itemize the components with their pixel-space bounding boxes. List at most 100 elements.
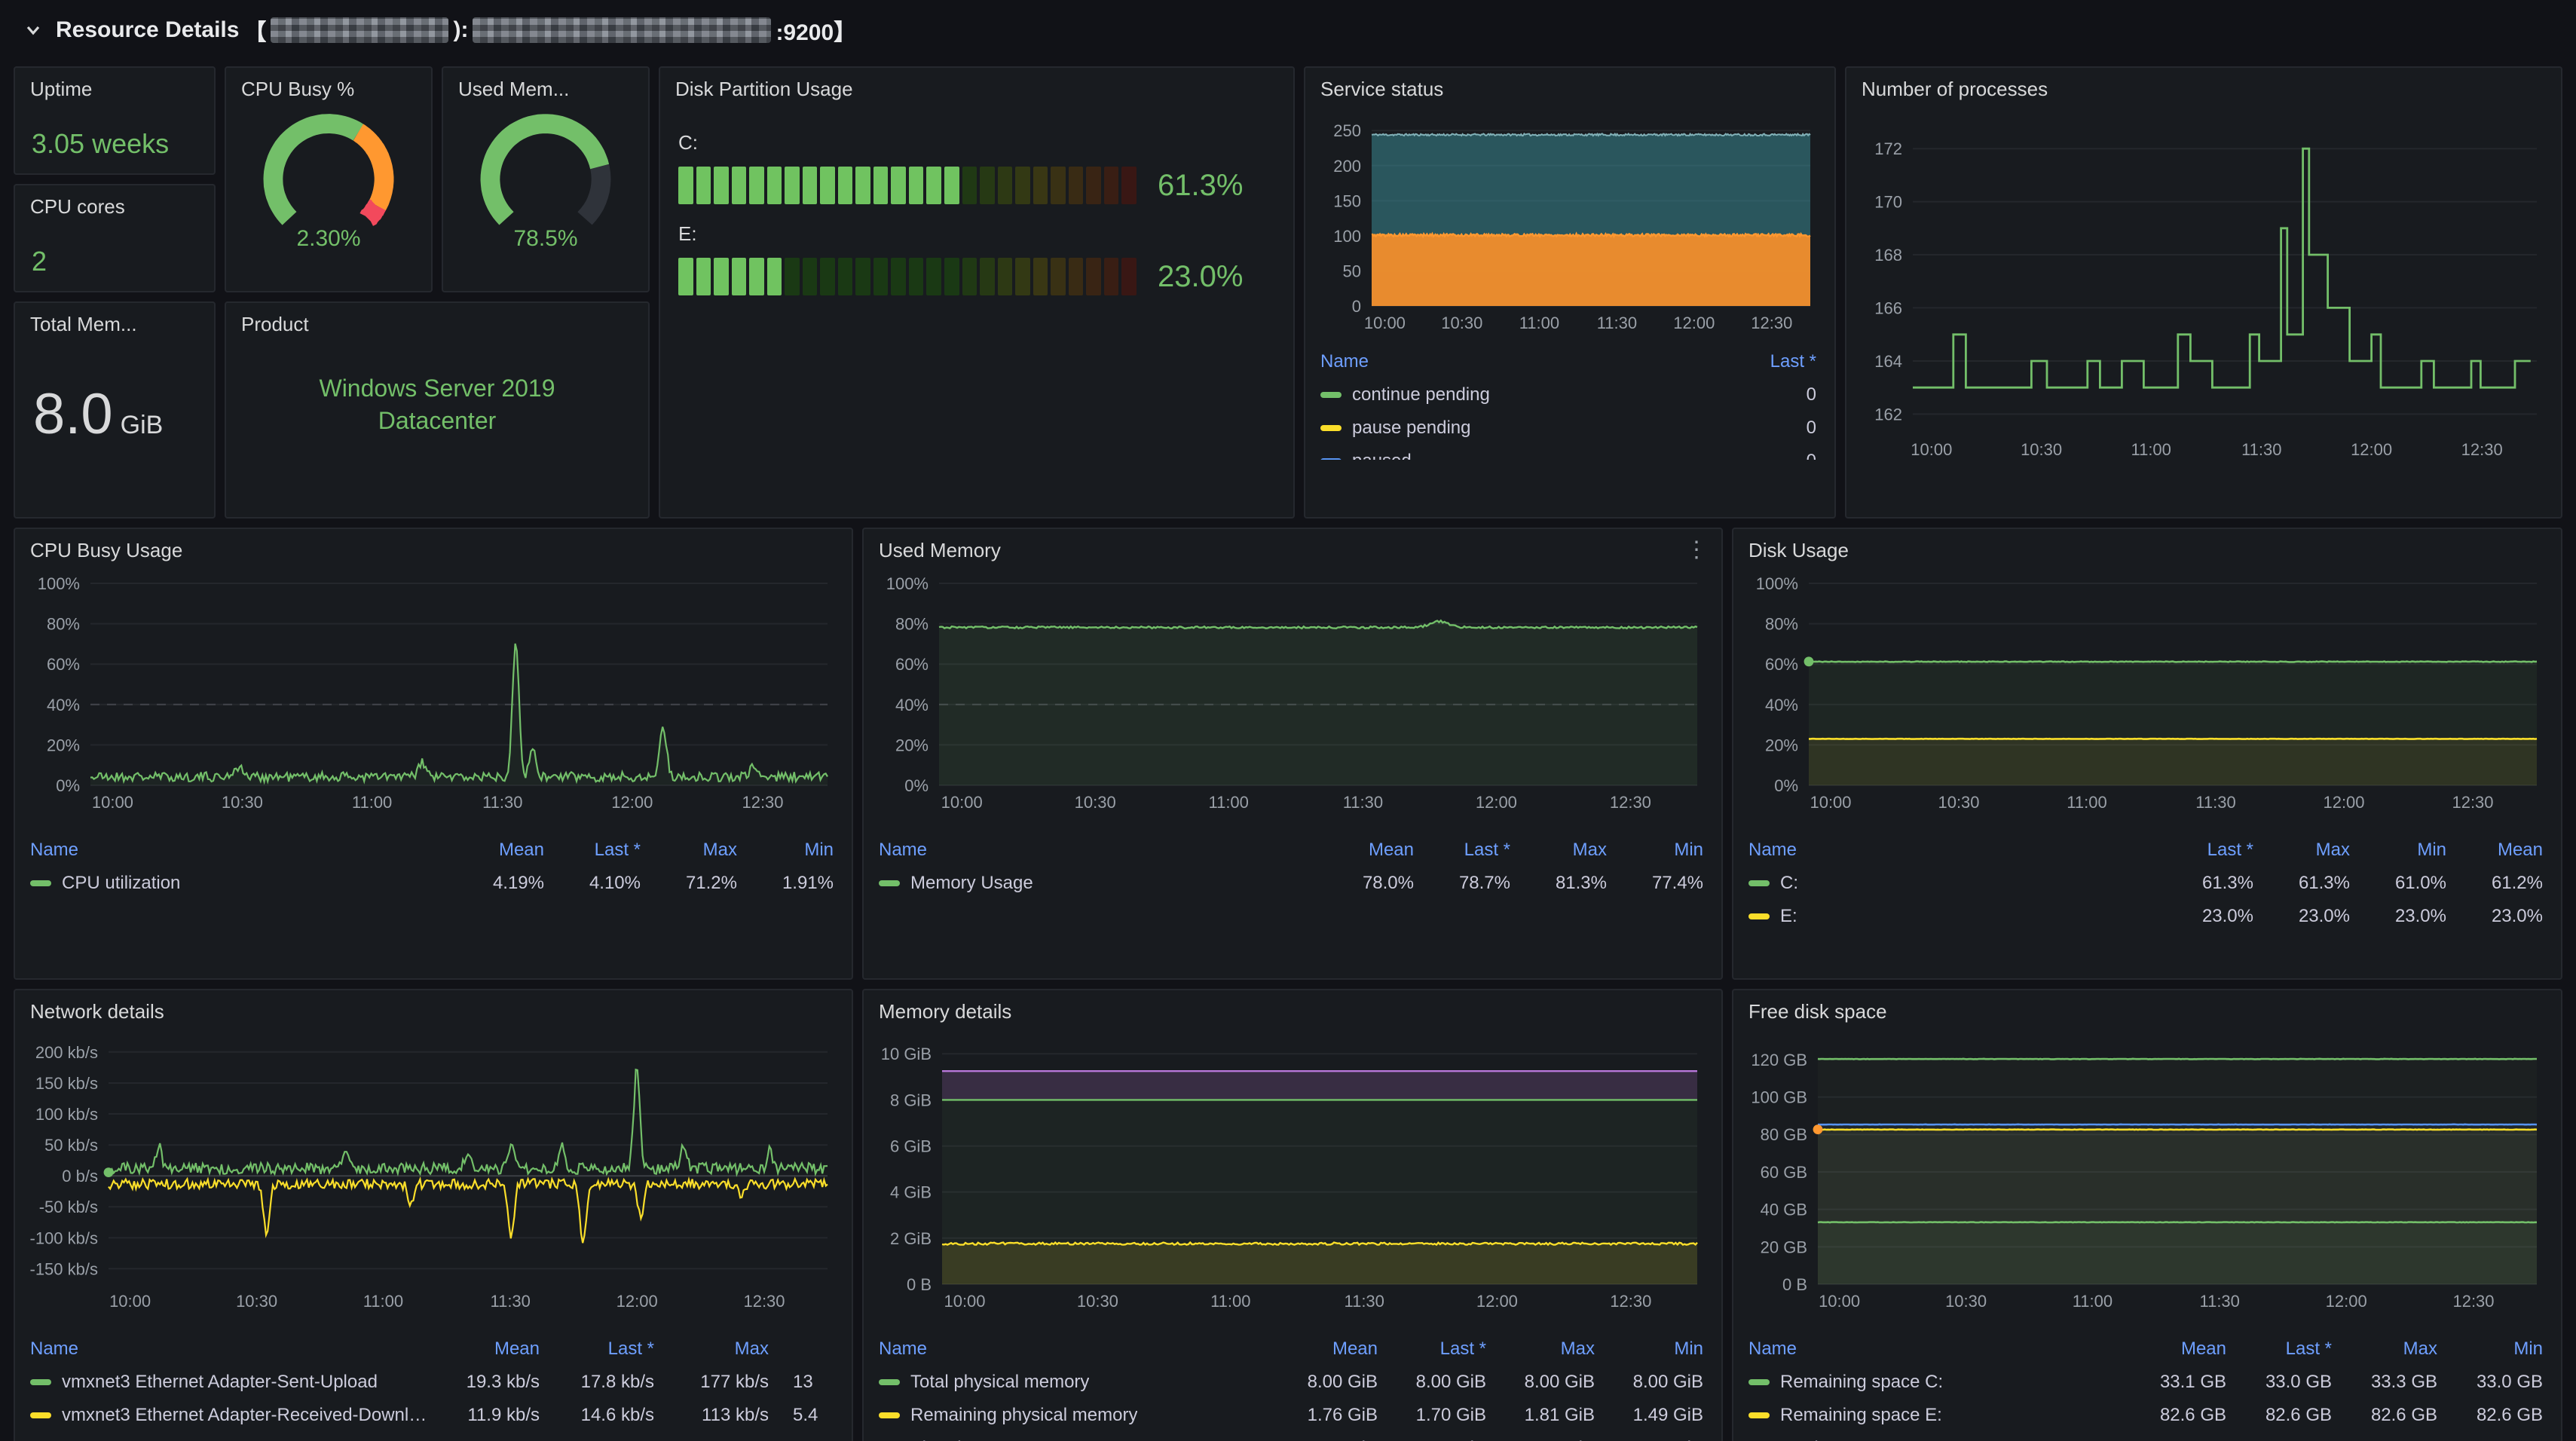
panel-network-details: Network details 200 kb/s150 kb/s100 kb/s…	[14, 989, 853, 1441]
used-memory-chart[interactable]: 0%20%40%60%80%100%10:0010:3011:0011:3012…	[879, 571, 1706, 812]
legend-header-last-[interactable]: Last *	[1735, 351, 1819, 372]
memory-details-chart[interactable]: 0 B2 GiB4 GiB6 GiB8 GiB10 GiB10:0010:301…	[879, 1033, 1706, 1311]
chart-canvas[interactable]: 0 B20 GB40 GB60 GB80 GB100 GB120 GB10:00…	[1748, 1033, 2546, 1311]
series-label[interactable]: C:	[1780, 873, 1798, 894]
chevron-down-icon[interactable]	[24, 21, 42, 39]
series-label[interactable]: Total space C:	[1780, 1438, 1895, 1441]
svg-text:12:00: 12:00	[1476, 793, 1517, 812]
panel-title[interactable]: Memory details	[864, 990, 1721, 1033]
free-disk-space-chart[interactable]: 0 B20 GB40 GB60 GB80 GB100 GB120 GB10:00…	[1748, 1033, 2546, 1311]
series-label[interactable]: E:	[1780, 906, 1797, 927]
legend-header-last-[interactable]: Last *	[2229, 1339, 2335, 1360]
svg-text:12:30: 12:30	[2461, 440, 2503, 459]
panel-title[interactable]: Uptime	[15, 68, 214, 110]
panel-title[interactable]: Disk Usage	[1733, 529, 2561, 571]
series-label[interactable]: vmxnet3 Ethernet Adapter-Received-Downlo…	[62, 1405, 428, 1426]
chart-canvas[interactable]: 0 B2 GiB4 GiB6 GiB8 GiB10 GiB10:0010:301…	[879, 1033, 1706, 1311]
chart-canvas[interactable]: 200 kb/s150 kb/s100 kb/s50 kb/s0 b/s-50 …	[30, 1033, 837, 1311]
series-label[interactable]: Remaining physical memory	[910, 1405, 1137, 1426]
legend-header-max[interactable]: Max	[2256, 840, 2353, 861]
legend-header-name[interactable]: Name	[1748, 1339, 2124, 1360]
series-color-marker-icon	[30, 1412, 51, 1418]
legend-header-name[interactable]: Name	[30, 1339, 428, 1360]
panel-title[interactable]: CPU Busy Usage	[15, 529, 852, 571]
legend-header-min[interactable]: Min	[1610, 840, 1706, 861]
chart-canvas[interactable]: 05010015020025010:0010:3011:0011:3012:00…	[1320, 110, 1819, 333]
legend-header-name[interactable]: Name	[1320, 351, 1735, 372]
panel-menu-icon[interactable]: ⋮	[1685, 537, 1708, 564]
panel-title[interactable]: CPU Busy %	[226, 68, 431, 110]
legend-header-last-[interactable]: Last *	[1381, 1339, 1489, 1360]
legend-header-max[interactable]: Max	[657, 1339, 772, 1360]
row-title[interactable]: Resource Details 【 ): :9200】	[56, 14, 856, 47]
panel-title[interactable]: Network details	[15, 990, 852, 1033]
legend-header-min[interactable]: Min	[2440, 1339, 2546, 1360]
legend-header-max[interactable]: Max	[1513, 840, 1610, 861]
disk-usage-chart[interactable]: 0%20%40%60%80%100%10:0010:3011:0011:3012…	[1748, 571, 2546, 812]
panel-title[interactable]: CPU cores	[15, 185, 214, 228]
legend-header-mean[interactable]: Mean	[428, 1339, 543, 1360]
panel-title[interactable]: Free disk space	[1733, 990, 2561, 1033]
partition-label: E:	[678, 222, 1275, 246]
legend-header-max[interactable]: Max	[2335, 1339, 2440, 1360]
svg-text:100%: 100%	[886, 574, 929, 593]
svg-text:11:00: 11:00	[363, 1292, 403, 1311]
series-label[interactable]: paused	[1352, 451, 1412, 460]
chart-canvas[interactable]: 0%20%40%60%80%100%10:0010:3011:0011:3012…	[1748, 571, 2546, 812]
series-label[interactable]: pause pending	[1352, 418, 1470, 439]
chart-canvas[interactable]: 0%20%40%60%80%100%10:0010:3011:0011:3012…	[30, 571, 837, 812]
series-label[interactable]: CPU utilization	[62, 873, 180, 894]
series-label[interactable]: Virtual memory	[910, 1438, 1032, 1441]
legend-value: 82.6 GB	[2124, 1405, 2229, 1426]
panel-title[interactable]: Used Memory	[864, 529, 1721, 571]
series-label[interactable]: Remaining space E:	[1780, 1405, 1942, 1426]
led-cell	[803, 167, 818, 204]
legend-header-min[interactable]: Min	[1598, 1339, 1706, 1360]
legend-header-mean[interactable]: Mean	[2124, 1339, 2229, 1360]
series-label[interactable]: continue pending	[1352, 384, 1490, 405]
panel-title[interactable]: Total Mem...	[15, 303, 214, 345]
legend-header-last-[interactable]: Last *	[2160, 840, 2256, 861]
chart-canvas[interactable]: 16216416616817017210:0010:3011:0011:3012…	[1862, 110, 2546, 460]
series-label[interactable]: Remaining space C:	[1780, 1372, 1943, 1393]
legend-header-min[interactable]: Min	[740, 840, 837, 861]
panel-used-mem-gauge: Used Mem... 78.5%	[442, 66, 650, 292]
legend-header-last-[interactable]: Last *	[1417, 840, 1513, 861]
legend-header-mean[interactable]: Mean	[1272, 1339, 1381, 1360]
panel-title[interactable]: Disk Partition Usage	[660, 68, 1293, 110]
chart-canvas[interactable]: 0%20%40%60%80%100%10:0010:3011:0011:3012…	[879, 571, 1706, 812]
series-label[interactable]: Memory Usage	[910, 873, 1033, 894]
processes-chart[interactable]: 16216416616817017210:0010:3011:0011:3012…	[1862, 110, 2546, 460]
cpu-busy-usage-chart[interactable]: 0%20%40%60%80%100%10:0010:3011:0011:3012…	[30, 571, 837, 812]
led-cell	[998, 258, 1013, 295]
free-disk-space-legend: NameMeanLast *MaxMinRemaining space C:33…	[1748, 1332, 2546, 1441]
legend-header-name[interactable]: Name	[879, 840, 1320, 861]
legend-value: 5.4	[772, 1405, 853, 1426]
panel-title[interactable]: Service status	[1305, 68, 1834, 110]
panel-title[interactable]: Product	[226, 303, 648, 345]
network-details-chart[interactable]: 200 kb/s150 kb/s100 kb/s50 kb/s0 b/s-50 …	[30, 1033, 837, 1311]
svg-text:10:30: 10:30	[1945, 1292, 1987, 1311]
legend-header-mean[interactable]: Mean	[1320, 840, 1417, 861]
legend-header-min[interactable]: Min	[772, 1339, 853, 1360]
legend-header-min[interactable]: Min	[2353, 840, 2449, 861]
legend-header-mean[interactable]: Mean	[451, 840, 547, 861]
legend-header-last-[interactable]: Last *	[547, 840, 644, 861]
series-label[interactable]: Total physical memory	[910, 1372, 1089, 1393]
led-cell	[785, 167, 800, 204]
product-line2: Datacenter	[238, 405, 636, 437]
legend-value: 1.81 GiB	[1489, 1405, 1598, 1426]
series-label[interactable]: vmxnet3 Ethernet Adapter-Sent-Upload	[62, 1372, 378, 1393]
legend-header-max[interactable]: Max	[644, 840, 740, 861]
legend-value: 11.9 kb/s	[428, 1405, 543, 1426]
legend-header-name[interactable]: Name	[879, 1339, 1272, 1360]
panel-title[interactable]: Used Mem...	[443, 68, 648, 110]
panel-title[interactable]: Number of processes	[1846, 68, 2561, 110]
legend-header-name[interactable]: Name	[1748, 840, 2160, 861]
legend-header-mean[interactable]: Mean	[2449, 840, 2546, 861]
service-status-chart[interactable]: 05010015020025010:0010:3011:0011:3012:00…	[1320, 110, 1819, 333]
legend-row: Remaining physical memory1.76 GiB1.70 Gi…	[879, 1399, 1706, 1432]
legend-header-max[interactable]: Max	[1489, 1339, 1598, 1360]
legend-header-name[interactable]: Name	[30, 840, 451, 861]
legend-header-last-[interactable]: Last *	[543, 1339, 657, 1360]
